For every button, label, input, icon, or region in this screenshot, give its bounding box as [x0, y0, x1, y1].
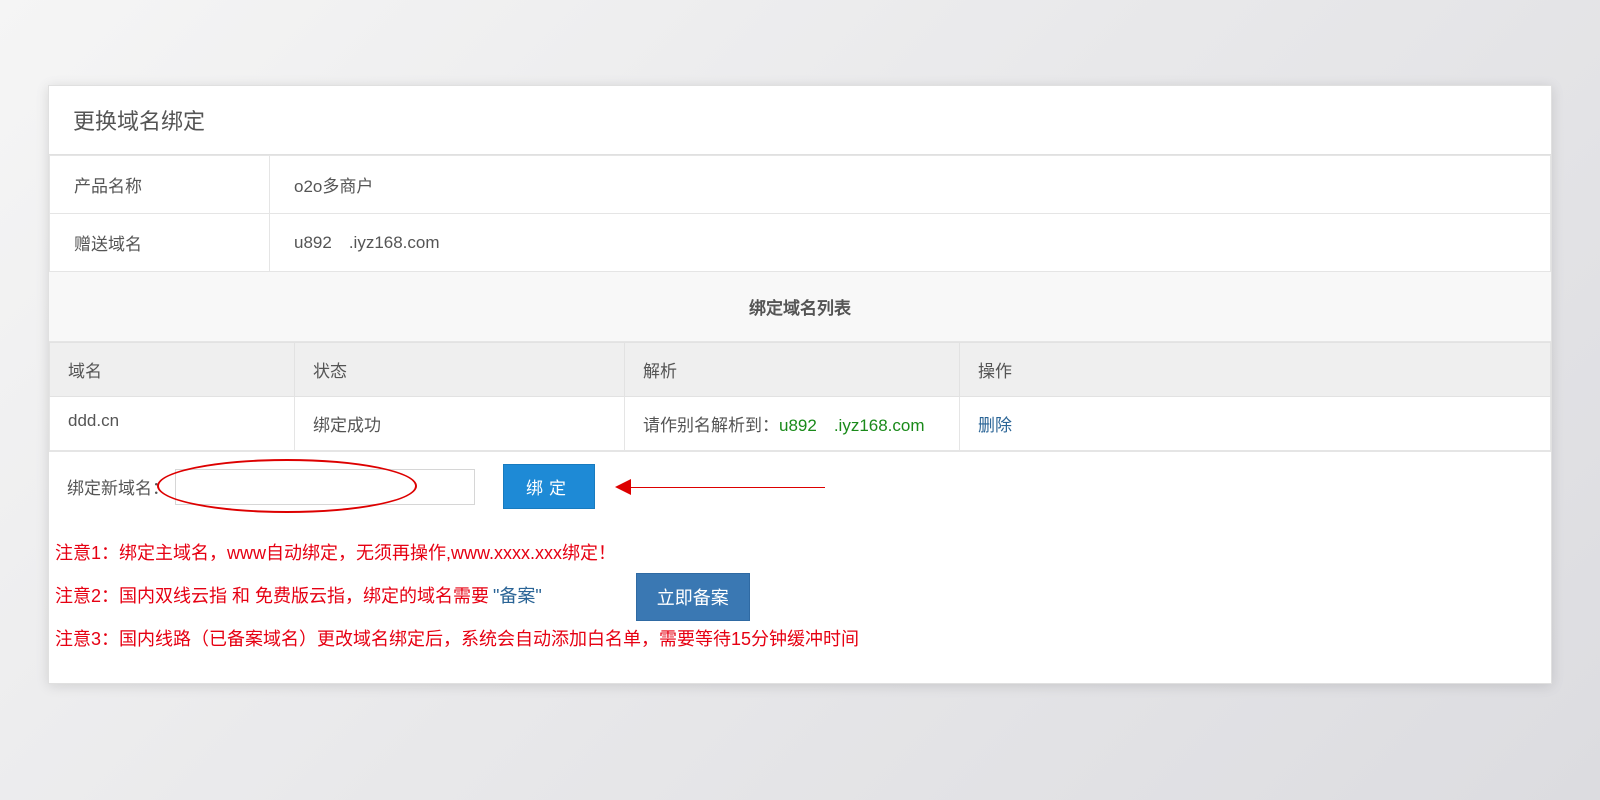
notes-section: 注意1：绑定主域名，www自动绑定，无须再操作,www.xxxx.xxx绑定！ … — [49, 521, 1551, 683]
col-resolve: 解析 — [625, 343, 960, 397]
resolve-prefix: 请作别名解析到： — [643, 416, 779, 435]
col-domain: 域名 — [50, 343, 295, 397]
bind-button[interactable]: 绑定 — [503, 464, 595, 509]
product-name-label: 产品名称 — [50, 156, 270, 214]
col-action: 操作 — [960, 343, 1551, 397]
resolve-target: u892 .iyz168.com — [779, 416, 925, 435]
bind-new-row: 绑定新域名： 绑定 — [49, 451, 1551, 521]
info-table: 产品名称 o2o多商户 赠送域名 u892 .iyz168.com — [49, 155, 1551, 272]
cell-action: 删除 — [960, 397, 1551, 451]
gift-domain-label: 赠送域名 — [50, 214, 270, 272]
col-status: 状态 — [295, 343, 625, 397]
product-name-value: o2o多商户 — [270, 156, 1551, 214]
domain-list-header: 绑定域名列表 — [49, 272, 1551, 342]
filing-button[interactable]: 立即备案 — [636, 573, 750, 621]
delete-link[interactable]: 删除 — [978, 416, 1012, 435]
cell-resolve: 请作别名解析到：u892 .iyz168.com — [625, 397, 960, 451]
gift-domain-value: u892 .iyz168.com — [270, 214, 1551, 272]
note-3: 注意3：国内线路（已备案域名）更改域名绑定后，系统会自动添加白名单，需要等待15… — [55, 621, 1545, 659]
domain-binding-panel: 更换域名绑定 产品名称 o2o多商户 赠送域名 u892 .iyz168.com… — [48, 85, 1552, 684]
cell-domain: ddd.cn — [50, 397, 295, 451]
table-row: ddd.cn 绑定成功 请作别名解析到：u892 .iyz168.com 删除 — [50, 397, 1551, 451]
domain-list-table: 域名 状态 解析 操作 ddd.cn 绑定成功 请作别名解析到：u892 .iy… — [49, 342, 1551, 451]
cell-status: 绑定成功 — [295, 397, 625, 451]
note-2: 注意2：国内双线云指 和 免费版云指，绑定的域名需要 "备案" 立即备案 — [55, 573, 1545, 621]
bind-domain-input[interactable] — [175, 469, 475, 505]
note-1: 注意1：绑定主域名，www自动绑定，无须再操作,www.xxxx.xxx绑定！ — [55, 535, 1545, 573]
note-2-text: 注意2：国内双线云指 和 免费版云指，绑定的域名需要 — [55, 578, 489, 616]
annotation-arrow-icon — [615, 475, 825, 499]
note-2-quoted: "备案" — [493, 578, 542, 616]
bind-new-label: 绑定新域名： — [67, 474, 169, 499]
panel-title: 更换域名绑定 — [49, 86, 1551, 155]
